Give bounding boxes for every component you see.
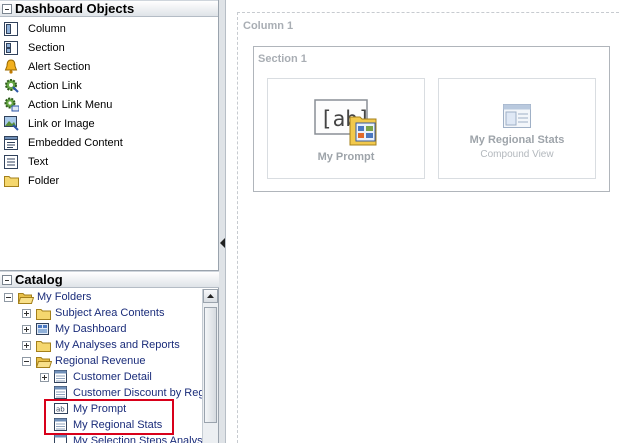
tile-name: My Prompt	[317, 151, 375, 163]
collapse-icon[interactable]	[2, 274, 12, 285]
chevron-up-icon	[207, 294, 214, 298]
folder-icon	[36, 338, 52, 352]
dashboard-objects-list: Column Section Alert Section Action Link…	[0, 17, 218, 190]
analysis-icon	[54, 386, 70, 400]
prompt-icon: [ab]	[314, 99, 380, 150]
expand-tree-icon[interactable]	[40, 372, 49, 382]
gear-link-icon	[3, 78, 19, 94]
panel-splitter[interactable]	[219, 0, 226, 443]
tile-subtitle: Compound View	[480, 149, 554, 160]
analysis-icon	[54, 434, 70, 443]
scroll-up-button[interactable]	[203, 289, 218, 303]
object-folder[interactable]: Folder	[0, 171, 218, 190]
tree-node-my-analyses-and-reports[interactable]: My Analyses and Reports	[0, 337, 202, 353]
catalog-title: Catalog	[15, 272, 63, 287]
tile-name: My Regional Stats	[469, 134, 565, 146]
collapse-tree-icon[interactable]	[4, 292, 13, 302]
dashboard-canvas: Column 1 Section 1 [ab] My Prompt My Reg…	[227, 0, 619, 443]
scroll-thumb[interactable]	[204, 307, 217, 423]
embedded-content-icon	[3, 135, 19, 151]
object-alert-section[interactable]: Alert Section	[0, 57, 218, 76]
column-title: Column 1	[243, 20, 294, 32]
catalog-scrollbar[interactable]	[202, 289, 218, 443]
folder-icon	[36, 306, 52, 320]
dashboard-column[interactable]: Column 1 Section 1 [ab] My Prompt My Reg…	[237, 12, 619, 443]
text-icon	[3, 154, 19, 170]
object-embedded-content[interactable]: Embedded Content	[0, 133, 218, 152]
highlight-box	[44, 399, 174, 435]
expand-tree-icon[interactable]	[22, 308, 31, 318]
object-action-link[interactable]: Action Link	[0, 76, 218, 95]
dashboard-section[interactable]: Section 1 [ab] My Prompt My Regional Sta…	[253, 46, 610, 192]
tree-node-customer-detail[interactable]: Customer Detail	[0, 369, 202, 385]
section-icon	[3, 40, 19, 56]
gear-menu-icon	[3, 97, 19, 113]
object-column[interactable]: Column	[0, 19, 218, 38]
analysis-icon	[54, 370, 70, 384]
section-title: Section 1	[258, 53, 307, 65]
dashboard-objects-title: Dashboard Objects	[15, 1, 135, 16]
object-action-link-menu[interactable]: Action Link Menu	[0, 95, 218, 114]
collapse-icon[interactable]	[2, 3, 12, 14]
object-link-or-image[interactable]: Link or Image	[0, 114, 218, 133]
column-icon	[3, 21, 19, 37]
tree-node-my-dashboard[interactable]: My Dashboard	[0, 321, 202, 337]
collapse-tree-icon[interactable]	[22, 356, 31, 366]
bell-icon	[3, 59, 19, 75]
expand-tree-icon[interactable]	[22, 324, 31, 334]
tile-my-prompt[interactable]: [ab] My Prompt	[267, 78, 425, 179]
tree-node-subject-area-contents[interactable]: Subject Area Contents	[0, 305, 202, 321]
folder-icon	[3, 173, 19, 189]
tree-node-my-folders[interactable]: My Folders	[0, 289, 202, 305]
collapse-arrow-icon[interactable]	[220, 238, 225, 248]
tile-my-regional-stats[interactable]: My Regional Stats Compound View	[438, 78, 596, 179]
tree-node-regional-revenue[interactable]: Regional Revenue	[0, 353, 202, 369]
object-section[interactable]: Section	[0, 38, 218, 57]
dashboard-objects-header[interactable]: Dashboard Objects	[0, 0, 218, 17]
compound-view-icon	[503, 104, 531, 131]
left-panel: Dashboard Objects Column Section Alert S…	[0, 0, 219, 443]
object-text[interactable]: Text	[0, 152, 218, 171]
expand-tree-icon[interactable]	[22, 340, 31, 350]
link-image-icon	[3, 116, 19, 132]
folder-open-icon	[18, 290, 34, 304]
dashboard-icon	[36, 322, 52, 336]
folder-open-icon	[36, 354, 52, 368]
catalog-header[interactable]: Catalog	[0, 271, 219, 288]
